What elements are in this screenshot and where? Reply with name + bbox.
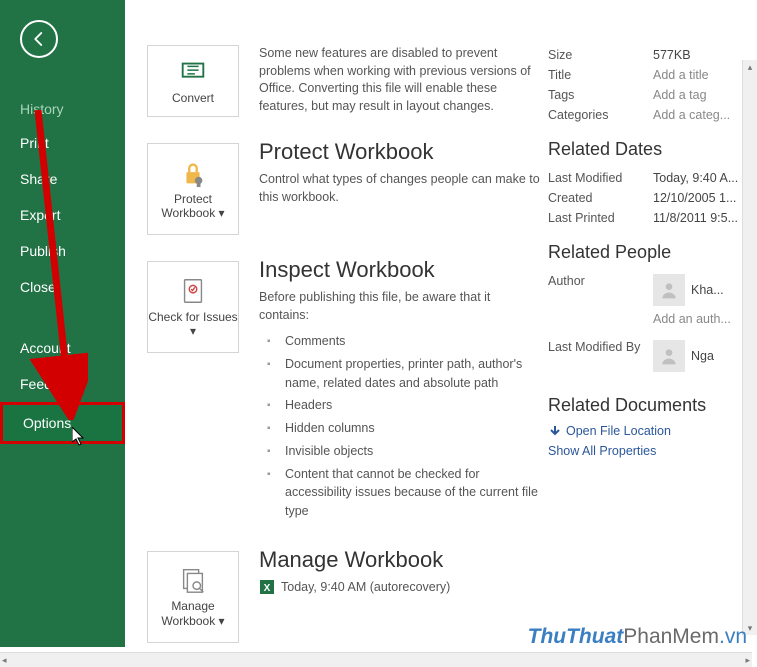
prop-lastmod-value: Today, 9:40 A... [653, 171, 738, 185]
manage-workbook-tile[interactable]: Manage Workbook ▾ [147, 551, 239, 643]
vertical-scrollbar[interactable]: ▴ ▾ [742, 60, 757, 635]
prop-lastprinted-label: Last Printed [548, 211, 653, 225]
sidebar-options-label: Options [23, 415, 71, 431]
avatar-icon [653, 274, 685, 306]
cursor-icon [72, 427, 88, 447]
list-item: Invisible objects [259, 442, 540, 461]
check-issues-tile[interactable]: Check for Issues ▾ [147, 261, 239, 353]
check-issues-tile-label: Check for Issues ▾ [148, 310, 238, 339]
list-item: Comments [259, 332, 540, 351]
open-file-location[interactable]: Open File Location [548, 424, 751, 438]
protect-description: Control what types of changes people can… [259, 171, 540, 206]
show-all-properties[interactable]: Show All Properties [548, 444, 751, 458]
prop-created-label: Created [548, 191, 653, 205]
inspect-heading: Inspect Workbook [259, 257, 540, 283]
prop-tags-value[interactable]: Add a tag [653, 88, 707, 102]
author-name: Kha... [691, 283, 724, 297]
list-item: Hidden columns [259, 419, 540, 438]
autorecovery-label: Today, 9:40 AM (autorecovery) [281, 580, 450, 594]
sidebar-publish[interactable]: Publish [0, 233, 125, 269]
list-item: Content that cannot be checked for acces… [259, 465, 540, 521]
prop-created-value: 12/10/2005 1... [653, 191, 736, 205]
avatar-icon [653, 340, 685, 372]
lock-icon [178, 158, 208, 188]
main-content: Convert Some new features are disabled t… [125, 0, 757, 647]
prop-size-label: Size [548, 48, 653, 62]
related-people-heading: Related People [548, 242, 751, 263]
prop-title-label: Title [548, 68, 653, 82]
prop-lastprinted-value: 11/8/2011 9:5... [653, 211, 738, 225]
svg-text:X: X [264, 583, 271, 594]
scroll-right-icon[interactable]: ▸ [745, 655, 750, 666]
list-item: Headers [259, 396, 540, 415]
back-button[interactable] [20, 20, 58, 58]
sidebar-feedback[interactable]: Feedback [0, 366, 125, 402]
inspect-description: Before publishing this file, be aware th… [259, 289, 540, 324]
manage-tile-label: Manage Workbook ▾ [148, 599, 238, 628]
prop-lastmod-label: Last Modified [548, 171, 653, 185]
scroll-left-icon[interactable]: ◂ [2, 655, 7, 666]
lastmodby-person[interactable]: Nga [653, 340, 714, 372]
related-docs-heading: Related Documents [548, 395, 751, 416]
convert-icon [178, 57, 208, 87]
horizontal-scrollbar[interactable]: ◂ ▸ [0, 652, 752, 667]
related-dates-heading: Related Dates [548, 139, 751, 160]
autorecovery-item[interactable]: X Today, 9:40 AM (autorecovery) [259, 579, 540, 595]
prop-tags-label: Tags [548, 88, 653, 102]
sidebar-share[interactable]: Share [0, 161, 125, 197]
protect-heading: Protect Workbook [259, 139, 540, 165]
manage-icon [178, 565, 208, 595]
prop-categories-label: Categories [548, 108, 653, 122]
sidebar-close[interactable]: Close [0, 269, 125, 305]
sidebar-print[interactable]: Print [0, 125, 125, 161]
convert-description: Some new features are disabled to preven… [259, 45, 540, 115]
lastmodby-name: Nga [691, 349, 714, 363]
prop-lastmodby-label: Last Modified By [548, 340, 653, 354]
folder-arrow-icon [548, 424, 562, 438]
sidebar-export[interactable]: Export [0, 197, 125, 233]
add-author[interactable]: Add an auth... [653, 312, 731, 326]
convert-tile-label: Convert [172, 91, 214, 105]
author-person[interactable]: Kha... [653, 274, 731, 306]
prop-author-label: Author [548, 274, 653, 288]
open-file-location-label: Open File Location [566, 424, 671, 438]
inspect-list: Comments Document properties, printer pa… [259, 332, 540, 521]
list-item: Document properties, printer path, autho… [259, 355, 540, 393]
prop-title-value[interactable]: Add a title [653, 68, 709, 82]
scroll-up-icon[interactable]: ▴ [744, 60, 756, 74]
protect-tile-label: Protect Workbook ▾ [148, 192, 238, 221]
sidebar-account[interactable]: Account [0, 330, 125, 366]
manage-heading: Manage Workbook [259, 547, 540, 573]
excel-file-icon: X [259, 579, 275, 595]
sidebar-history[interactable]: History [0, 93, 125, 125]
backstage-sidebar: History Print Share Export Publish Close… [0, 0, 125, 647]
properties-panel: Size577KB TitleAdd a title TagsAdd a tag… [540, 45, 757, 647]
prop-categories-value[interactable]: Add a categ... [653, 108, 730, 122]
watermark: ThuThuatPhanMem.vn [528, 625, 747, 649]
checklist-icon [178, 276, 208, 306]
sidebar-options[interactable]: Options [0, 402, 125, 444]
convert-tile[interactable]: Convert [147, 45, 239, 117]
prop-size-value: 577KB [653, 48, 691, 62]
protect-workbook-tile[interactable]: Protect Workbook ▾ [147, 143, 239, 235]
